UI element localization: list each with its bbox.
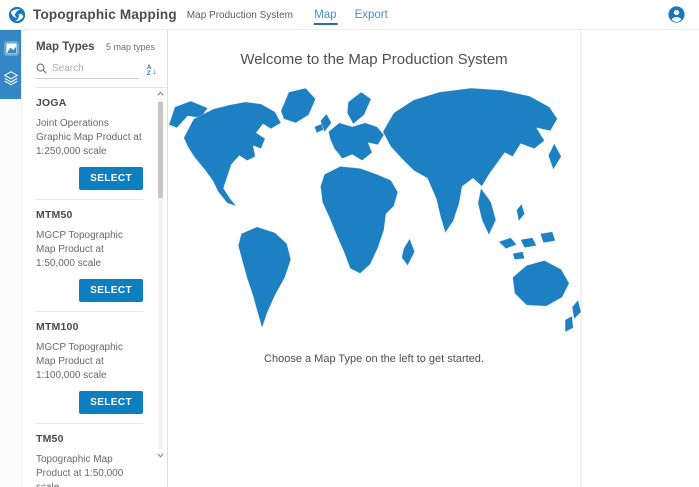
search-field-wrap [36,63,139,79]
map-type-title: TM50 [36,433,143,445]
layers-tool-icon[interactable] [0,63,22,93]
map-type-button-row: SELECT [36,391,143,414]
app-title: Topographic Mapping [33,7,177,22]
map-type-item: JOGA Joint Operations Graphic Map Produc… [36,88,143,200]
scroll-down-icon[interactable] [156,450,164,460]
world-map-graphic [164,83,584,337]
map-types-panel: Map Types 5 map types AZ ↓ JOGA Joint Op… [22,30,168,487]
map-type-button-row: SELECT [36,279,143,302]
basemap-tool-icon[interactable] [0,33,22,63]
search-icon [36,63,47,74]
map-type-item: MTM50 MGCP Topographic Map Product at 1:… [36,200,143,312]
map-type-title: MTM100 [36,321,143,333]
right-empty-area [582,30,699,487]
map-type-description: Topographic Map Product at 1:50,000 scal… [36,453,143,487]
select-button[interactable]: SELECT [79,279,143,302]
select-button[interactable]: SELECT [79,391,143,414]
search-input[interactable] [52,63,132,74]
map-types-header: Map Types 5 map types [22,30,167,57]
user-avatar-icon[interactable] [668,6,685,23]
main-tabs: Map Export [313,0,389,30]
instruction-text: Choose a Map Type on the left to get sta… [264,353,484,365]
map-type-count: 5 map types [106,42,155,52]
app-body: Map Types 5 map types AZ ↓ JOGA Joint Op… [0,30,699,487]
tab-map[interactable]: Map [313,3,337,27]
map-type-description: MGCP Topographic Map Product at 1:100,00… [36,341,143,383]
select-button[interactable]: SELECT [79,167,143,190]
app-header: Topographic Mapping Map Production Syste… [0,0,699,30]
app-subtitle: Map Production System [187,10,293,21]
map-type-item: MTM100 MGCP Topographic Map Product at 1… [36,312,143,424]
tool-strip-blue-section [0,30,21,99]
map-type-button-row: SELECT [36,167,143,190]
scroll-up-icon[interactable] [156,88,164,98]
map-type-list: JOGA Joint Operations Graphic Map Produc… [22,88,167,487]
scrollbar-thumb[interactable] [158,102,163,198]
globe-icon [8,6,26,24]
map-type-description: MGCP Topographic Map Product at 1:50,000… [36,229,143,271]
basemap-tool-tile [4,41,19,56]
map-type-description: Joint Operations Graphic Map Product at … [36,117,143,159]
map-type-title: JOGA [36,97,143,109]
map-type-title: MTM50 [36,209,143,221]
panel-title: Map Types [36,41,95,53]
welcome-heading: Welcome to the Map Production System [240,51,507,68]
tab-export[interactable]: Export [354,3,389,27]
sort-az-descending-icon[interactable]: AZ ↓ [147,65,157,78]
tool-strip [0,30,22,487]
search-row: AZ ↓ [22,57,167,79]
sidebar-scrollbar [156,88,164,460]
welcome-panel: Welcome to the Map Production System [168,30,582,487]
map-type-item: TM50 Topographic Map Product at 1:50,000… [36,424,143,487]
